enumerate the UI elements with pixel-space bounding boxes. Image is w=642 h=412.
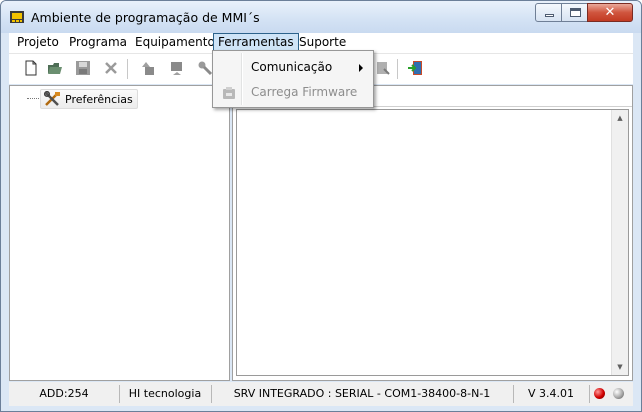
status-company: HI tecnologia (119, 385, 212, 403)
upload-icon[interactable] (141, 60, 157, 76)
download-icon[interactable] (169, 60, 185, 76)
firmware-icon (223, 87, 235, 99)
window-title: Ambiente de programação de MMI´s (31, 10, 260, 25)
title-bar[interactable]: Ambiente de programação de MMI´s ✕ (1, 1, 641, 33)
new-file-icon[interactable] (23, 60, 39, 76)
vertical-scrollbar[interactable]: ▲ ▼ (611, 110, 628, 375)
toolbar-separator (127, 59, 128, 79)
tree-node-preferencias[interactable]: Preferências (40, 89, 138, 109)
ferramentas-dropdown: Comunicação Carrega Firmware (212, 50, 374, 108)
status-led-gray (613, 388, 624, 399)
exit-icon[interactable] (407, 60, 423, 76)
tools-icon (44, 91, 60, 106)
menu-item-carrega-firmware[interactable]: Carrega Firmware (215, 81, 371, 105)
maximize-button[interactable] (561, 3, 588, 22)
toolbar-separator (397, 59, 398, 79)
status-led-red (594, 388, 605, 399)
status-bar: ADD:254 HI tecnologia SRV INTEGRADO : SE… (9, 382, 633, 406)
menu-suporte[interactable]: Suporte (295, 34, 350, 51)
menu-item-label: Carrega Firmware (251, 85, 358, 99)
status-address: ADD:254 (9, 385, 120, 403)
menu-item-label: Comunicação (251, 60, 333, 74)
tree-connector (27, 98, 41, 99)
project-tree-panel[interactable]: Preferências (9, 85, 230, 381)
minimize-button[interactable] (535, 3, 562, 22)
status-connection: SRV INTEGRADO : SERIAL - COM1-38400-8-N-… (211, 385, 514, 403)
tree-node-label: Preferências (65, 92, 133, 106)
editor-text-area[interactable]: ▲ ▼ (236, 109, 629, 376)
menu-projeto[interactable]: Projeto (13, 34, 63, 51)
open-folder-icon[interactable] (47, 60, 63, 76)
cut-icon[interactable] (103, 60, 119, 76)
probe-icon[interactable] (197, 60, 213, 76)
scroll-up-icon[interactable]: ▲ (612, 110, 628, 126)
status-version: V 3.4.01 (513, 385, 590, 403)
close-button[interactable]: ✕ (587, 3, 633, 22)
menu-equipamento[interactable]: Equipamento (131, 34, 219, 51)
minimize-icon (545, 14, 554, 17)
scroll-down-icon[interactable]: ▼ (612, 359, 628, 375)
export-icon[interactable] (375, 60, 391, 76)
close-icon: ✕ (604, 5, 616, 20)
menu-item-comunicacao[interactable]: Comunicação (215, 56, 371, 80)
editor-panel: ▲ ▼ (232, 85, 633, 381)
app-icon (10, 11, 24, 23)
menu-programa[interactable]: Programa (65, 34, 131, 51)
save-icon[interactable] (75, 60, 91, 76)
submenu-arrow-icon (359, 64, 363, 72)
maximize-icon (570, 8, 581, 17)
